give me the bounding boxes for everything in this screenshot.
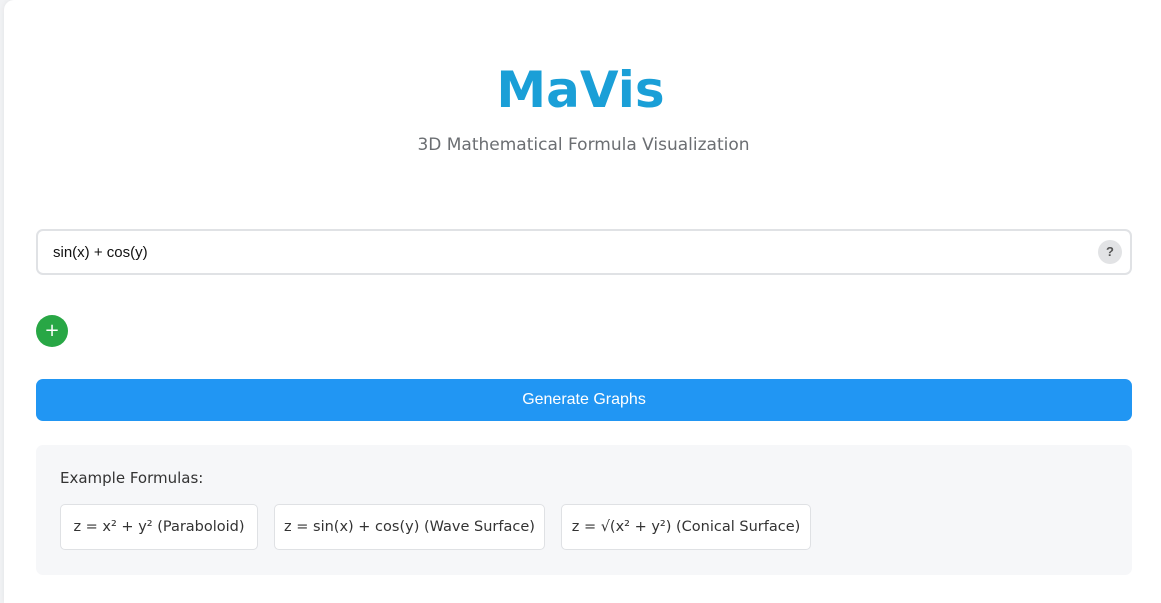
- add-formula-button[interactable]: +: [36, 315, 68, 347]
- formula-input-container: ?: [36, 229, 1132, 275]
- help-button[interactable]: ?: [1098, 240, 1122, 264]
- example-paraboloid-button[interactable]: z = x² + y² (Paraboloid): [60, 504, 258, 550]
- app-subtitle: 3D Mathematical Formula Visualization: [417, 135, 750, 155]
- example-formulas-panel: Example Formulas: z = x² + y² (Paraboloi…: [36, 445, 1132, 575]
- generate-graphs-button[interactable]: Generate Graphs: [36, 379, 1132, 421]
- example-formulas-heading: Example Formulas:: [60, 469, 204, 487]
- app-title: MaVis: [496, 61, 665, 119]
- formula-input[interactable]: [53, 231, 1083, 273]
- example-conical-surface-button[interactable]: z = √(x² + y²) (Conical Surface): [561, 504, 811, 550]
- example-wave-surface-button[interactable]: z = sin(x) + cos(y) (Wave Surface): [274, 504, 545, 550]
